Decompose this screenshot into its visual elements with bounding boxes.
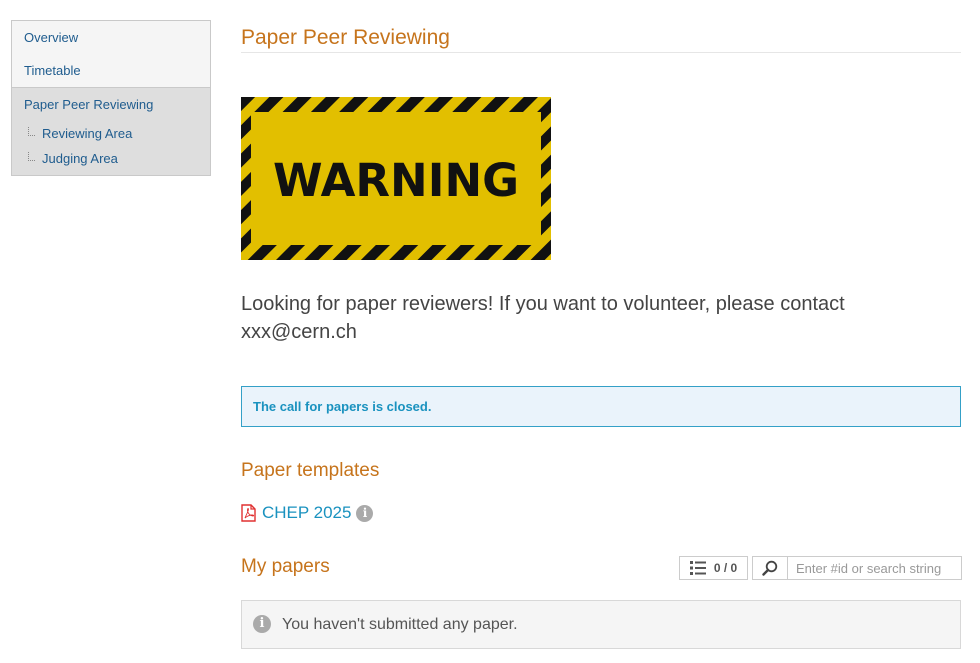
warning-banner-text: WARNING [273, 154, 519, 207]
warning-banner-image: WARNING [241, 97, 551, 260]
info-icon: i [253, 615, 271, 633]
sidebar-item-reviewing-area[interactable]: Reviewing Area [12, 121, 210, 146]
template-link-chep-2025[interactable]: CHEP 2025 [262, 503, 351, 523]
empty-papers-message: You haven't submitted any paper. [282, 616, 518, 633]
call-for-papers-alert: The call for papers is closed. [241, 386, 961, 427]
template-item: CHEP 2025 i [241, 502, 374, 524]
sidebar-submenu: Reviewing Area Judging Area [12, 121, 210, 175]
title-divider [241, 52, 961, 53]
search-input[interactable] [788, 557, 954, 579]
sidebar-item-paper-peer-reviewing[interactable]: Paper Peer Reviewing [12, 87, 210, 121]
my-papers-heading: My papers [241, 556, 330, 577]
info-icon[interactable]: i [356, 504, 374, 522]
paper-counter: 0 / 0 [713, 561, 738, 575]
sidebar-item-overview[interactable]: Overview [12, 21, 210, 54]
empty-papers-notice: i You haven't submitted any paper. [241, 600, 961, 649]
page-title: Paper Peer Reviewing [241, 26, 450, 49]
reviewer-call-text: Looking for paper reviewers! If you want… [241, 293, 845, 343]
paper-search [752, 556, 962, 580]
list-icon [689, 561, 706, 575]
search-button[interactable] [753, 557, 788, 579]
sidebar-item-judging-area[interactable]: Judging Area [12, 146, 210, 171]
paper-counter-button[interactable]: 0 / 0 [679, 556, 748, 580]
search-icon [762, 560, 778, 576]
sidebar-item-timetable[interactable]: Timetable [12, 54, 210, 87]
paper-templates-heading: Paper templates [241, 460, 380, 481]
alert-text: The call for papers is closed. [253, 399, 432, 414]
sidebar-menu: Overview Timetable Paper Peer Reviewing … [11, 20, 211, 176]
pdf-file-icon [241, 504, 256, 522]
